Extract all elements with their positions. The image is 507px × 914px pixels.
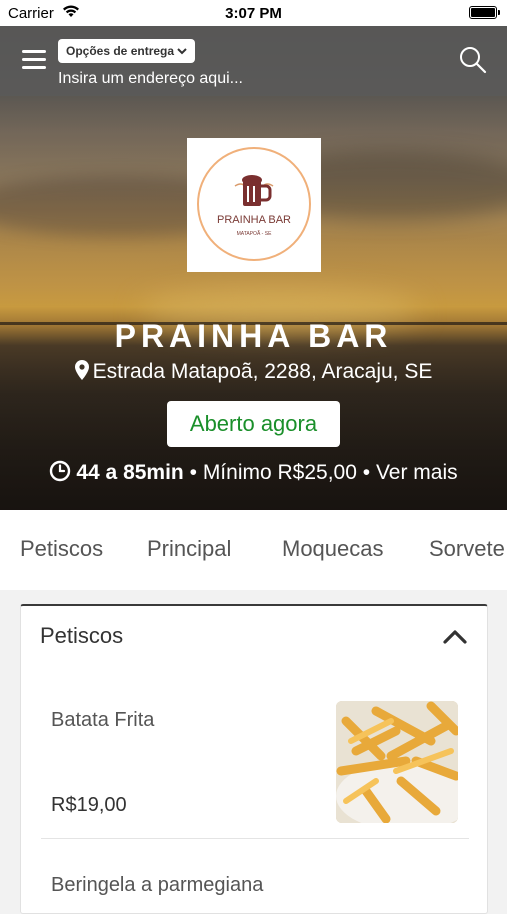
beer-mug-icon (234, 175, 274, 206)
store-name: PRAINHA BAR (114, 318, 393, 354)
store-address: Estrada Matapoã, 2288, Aracaju, SE (0, 360, 507, 384)
logo-text: PRAINHA BAR (217, 214, 291, 226)
store-logo: PRAINHA BAR MATAPOÃ - SE (187, 138, 321, 272)
battery-icon (469, 6, 500, 19)
item-price: R$19,00 (51, 794, 127, 816)
search-icon[interactable] (459, 46, 487, 74)
chevron-down-icon (177, 40, 187, 64)
address-input[interactable] (58, 68, 438, 90)
clock-icon (50, 460, 71, 482)
top-bar: Opções de entrega (0, 26, 507, 96)
store-address-text: Estrada Matapoã, 2288, Aracaju, SE (92, 360, 433, 383)
status-bar: Carrier 3:07 PM (0, 0, 507, 26)
hamburger-menu-icon[interactable] (22, 50, 46, 70)
delivery-options-label: Opções de entrega (66, 44, 175, 58)
item-divider (41, 838, 469, 839)
see-more-link[interactable]: Ver mais (376, 461, 458, 484)
item-name: Batata Frita (51, 709, 155, 731)
menu-section: Petiscos Batata Frita R$19,00 Beringela … (20, 604, 488, 914)
delivery-options-button[interactable]: Opções de entrega (58, 39, 196, 64)
section-title[interactable]: Petiscos (40, 623, 123, 649)
chevron-up-icon[interactable] (443, 628, 467, 644)
item-name: Beringela a parmegiana (51, 874, 264, 896)
store-info-line: 44 a 85min • Mínimo R$25,00 • Ver mais (0, 460, 507, 485)
map-pin-icon (74, 360, 89, 380)
minimum-order: Mínimo R$25,00 (202, 461, 357, 484)
delivery-eta: 44 a 85min (76, 461, 184, 484)
logo-subtitle: MATAPOÃ - SE (236, 231, 272, 237)
item-photo (336, 701, 458, 823)
tab-moquecas[interactable]: Moquecas (282, 536, 384, 562)
separator-dot: • (189, 461, 197, 484)
clock: 3:07 PM (225, 5, 282, 22)
open-status-badge: Aberto agora (167, 401, 340, 447)
tab-petiscos[interactable]: Petiscos (20, 536, 103, 562)
tab-sorvete[interactable]: Sorvete (429, 536, 505, 562)
category-tabs: Petiscos Principal Moquecas Sorvete (0, 510, 507, 590)
tab-principal[interactable]: Principal (147, 536, 231, 562)
separator-dot: • (362, 461, 371, 484)
